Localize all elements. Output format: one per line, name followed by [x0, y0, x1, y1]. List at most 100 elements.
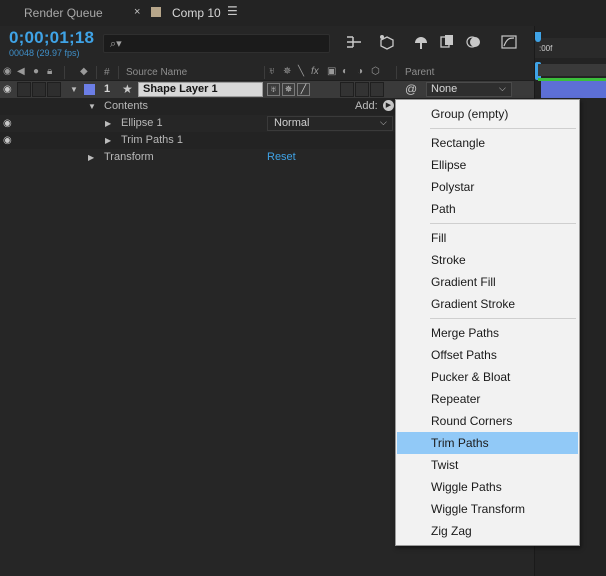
menu-separator	[430, 223, 576, 224]
reset-link[interactable]: Reset	[267, 151, 296, 163]
draft-3d-icon[interactable]	[376, 34, 398, 54]
expand-triangle-icon[interactable]: ▼	[70, 85, 78, 94]
collapse-switch-icon[interactable]: ✵	[283, 66, 291, 77]
menu-item-fill[interactable]: Fill	[397, 227, 578, 249]
frame-blend-cell[interactable]	[340, 82, 354, 97]
tab-comp-label: Comp 10	[172, 6, 221, 20]
layer-name-field[interactable]: Shape Layer 1	[138, 82, 263, 97]
solo-icon[interactable]: ●	[33, 66, 39, 77]
menu-item-twist[interactable]: Twist	[397, 454, 578, 476]
transform-label: Transform	[104, 151, 154, 163]
layer-label-color[interactable]	[84, 84, 95, 95]
column-source-name[interactable]: Source Name	[126, 67, 187, 78]
expand-triangle-icon[interactable]: ▶	[105, 119, 111, 128]
panel-menu-icon[interactable]: ☰	[227, 4, 238, 18]
menu-item-ellipse[interactable]: Ellipse	[397, 154, 578, 176]
parent-dropdown[interactable]: None ⌵	[426, 82, 512, 97]
menu-item-group-empty[interactable]: Group (empty)	[397, 103, 578, 125]
add-menu-button[interactable]: ▶	[383, 100, 394, 111]
search-icon: ⌕▾	[110, 38, 122, 50]
quality-switch-icon[interactable]: ╲	[298, 66, 304, 77]
menu-item-stroke[interactable]: Stroke	[397, 249, 578, 271]
ruler-label: :00f	[539, 44, 553, 53]
menu-item-pucker-bloat[interactable]: Pucker & Bloat	[397, 366, 578, 388]
menu-item-rectangle[interactable]: Rectangle	[397, 132, 578, 154]
menu-item-gradient-stroke[interactable]: Gradient Stroke	[397, 293, 578, 315]
layer-row[interactable]: ◉ ▼ 1 ★ Shape Layer 1 ♅ ✵ ╱ @ None ⌵	[0, 81, 534, 98]
parent-value: None	[431, 83, 458, 95]
add-shape-menu: Group (empty) Rectangle Ellipse Polystar Pat…	[395, 99, 580, 546]
menu-item-round-corners[interactable]: Round Corners	[397, 410, 578, 432]
divider	[396, 66, 397, 79]
expand-triangle-icon[interactable]: ▶	[88, 153, 94, 162]
menu-item-wiggle-paths[interactable]: Wiggle Paths	[397, 476, 578, 498]
current-time-display[interactable]: 0;00;01;18	[9, 28, 94, 48]
divider	[118, 66, 119, 79]
menu-separator	[430, 318, 576, 319]
solo-cell[interactable]	[32, 82, 46, 97]
menu-item-trim-paths[interactable]: Trim Paths	[397, 432, 578, 454]
shy-switch-icon[interactable]: ♅	[268, 66, 276, 77]
video-eye-icon[interactable]: ◉	[3, 66, 12, 77]
adjustment-layer-icon[interactable]: ◑	[357, 66, 363, 77]
column-parent[interactable]: Parent	[405, 67, 434, 78]
composition-flowchart-icon[interactable]	[343, 34, 365, 54]
blend-mode-dropdown[interactable]: Normal ⌵	[267, 116, 393, 131]
graph-editor-icon[interactable]	[498, 34, 520, 54]
menu-item-merge-paths[interactable]: Merge Paths	[397, 322, 578, 344]
layer-name: Shape Layer 1	[143, 83, 218, 95]
work-area-bar[interactable]	[538, 64, 606, 76]
visibility-eye-icon[interactable]: ◉	[3, 119, 16, 129]
tab-comp[interactable]: × Comp 10 ☰	[125, 0, 245, 26]
divider	[264, 66, 265, 79]
motion-blur-icon[interactable]	[463, 34, 485, 54]
column-number[interactable]: #	[104, 67, 110, 78]
3d-layer-icon[interactable]: ⬡	[371, 66, 380, 77]
lock-cell[interactable]	[47, 82, 61, 97]
menu-item-gradient-fill[interactable]: Gradient Fill	[397, 271, 578, 293]
ellipse-label: Ellipse 1	[121, 117, 163, 129]
add-label: Add:	[355, 100, 378, 112]
collapse-toggle-icon[interactable]: ✵	[282, 83, 295, 96]
pickwhip-spiral-icon[interactable]: @	[405, 82, 417, 96]
audio-speaker-icon[interactable]: ◀	[17, 66, 25, 77]
motion-blur-switch-icon[interactable]: ◐	[342, 66, 348, 77]
menu-item-offset-paths[interactable]: Offset Paths	[397, 344, 578, 366]
trim-paths-label: Trim Paths 1	[121, 134, 183, 146]
quality-toggle-icon[interactable]: ╱	[297, 83, 310, 96]
layer-number: 1	[104, 83, 111, 95]
comp-swatch-icon	[151, 7, 161, 17]
menu-item-polystar[interactable]: Polystar	[397, 176, 578, 198]
chevron-down-icon: ⌵	[499, 83, 506, 93]
column-header: ◉ ◀ ● 🔒︎ ◆ # Source Name ♅ ✵ ╲ fx ▣ ◐ ◑ …	[0, 64, 534, 81]
menu-item-wiggle-transform[interactable]: Wiggle Transform	[397, 498, 578, 520]
label-tag-icon[interactable]: ◆	[80, 66, 88, 77]
tab-bar: Render Queue × Comp 10 ☰	[0, 0, 606, 26]
tab-render-queue[interactable]: Render Queue	[24, 6, 103, 20]
effect-fx-icon[interactable]: fx	[311, 66, 319, 77]
motion-blur-cell[interactable]	[355, 82, 369, 97]
shy-toggle-icon[interactable]: ♅	[267, 83, 280, 96]
visibility-eye-icon[interactable]: ◉	[3, 136, 16, 146]
visibility-eye-icon[interactable]: ◉	[3, 85, 16, 95]
menu-item-repeater[interactable]: Repeater	[397, 388, 578, 410]
lock-icon[interactable]: 🔒︎	[47, 66, 52, 77]
frame-blending-icon[interactable]	[436, 34, 458, 54]
layer-duration-bar[interactable]	[541, 81, 606, 98]
menu-item-zig-zag[interactable]: Zig Zag	[397, 520, 578, 542]
adjustment-cell[interactable]	[370, 82, 384, 97]
menu-separator	[430, 128, 576, 129]
close-icon[interactable]: ×	[134, 6, 140, 18]
menu-item-path[interactable]: Path	[397, 198, 578, 220]
expand-triangle-icon[interactable]: ▶	[105, 136, 111, 145]
frame-info: 00048 (29.97 fps)	[9, 48, 80, 58]
work-area-start-handle[interactable]	[535, 32, 541, 42]
blend-mode-value: Normal	[274, 117, 310, 129]
audio-cell[interactable]	[17, 82, 31, 97]
shy-layers-icon[interactable]	[410, 34, 432, 54]
divider	[64, 66, 65, 79]
frame-blend-switch-icon[interactable]: ▣	[327, 66, 336, 77]
divider	[96, 66, 97, 79]
expand-triangle-icon[interactable]: ▼	[88, 102, 96, 111]
search-input[interactable]: ⌕▾	[103, 34, 330, 53]
